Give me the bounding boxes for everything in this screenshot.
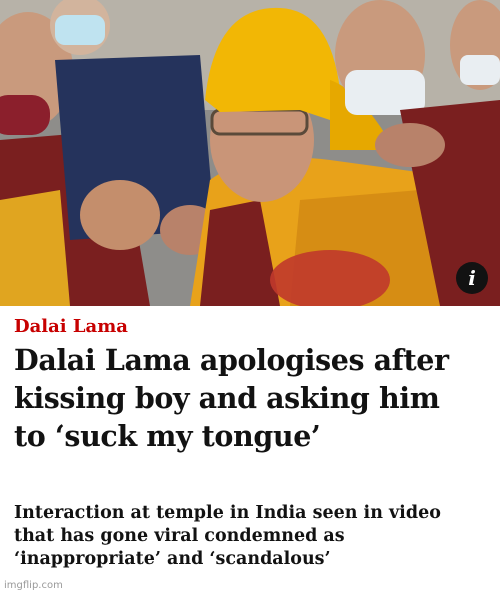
section-kicker[interactable]: Dalai Lama [14,316,128,337]
info-icon[interactable]: i [456,262,488,294]
article-headline: Dalai Lama apologises after kissing boy … [14,341,492,455]
standfirst-line: Interaction at temple in India seen in v… [14,503,441,523]
hero-photo-illustration [0,0,500,306]
article-standfirst: Interaction at temple in India seen in v… [14,502,492,571]
headline-line: Dalai Lama apologises after [14,343,449,377]
watermark: imgflip.com [4,580,63,591]
headline-line: to ‘suck my tongue’ [14,419,321,453]
headline-line: kissing boy and asking him [14,381,440,415]
standfirst-line: that has gone viral condemned as [14,526,345,546]
standfirst-line: ‘inappropriate’ and ‘scandalous’ [14,549,331,569]
hero-photo: i [0,0,500,306]
